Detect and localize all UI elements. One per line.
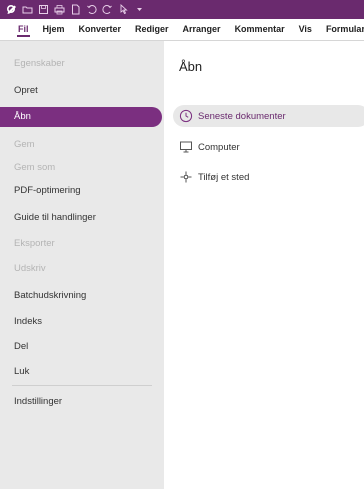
menu-kommentar[interactable]: Kommentar [235,19,285,40]
cursor-icon[interactable] [118,4,129,15]
open-folder-icon[interactable] [22,4,33,15]
sidebar-item-opret[interactable]: Opret [14,85,38,97]
app-window: Fil Hjem Konverter Rediger Arranger Komm… [0,0,364,489]
save-icon[interactable] [38,4,49,15]
page-title: Åbn [179,59,203,74]
option-label: Seneste dokumenter [198,110,286,122]
menu-bar: Fil Hjem Konverter Rediger Arranger Komm… [0,19,364,41]
menu-arranger[interactable]: Arranger [183,19,221,40]
sidebar-item-luk[interactable]: Luk [14,366,29,378]
menu-fil[interactable]: Fil [17,19,29,40]
undo-icon[interactable] [86,4,97,15]
open-panel: Åbn Seneste dokumenter Computer Tilføj e… [164,41,364,489]
customize-dropdown-icon[interactable] [134,4,145,15]
print-icon[interactable] [54,4,65,15]
sidebar-item-egenskaber[interactable]: Egenskaber [14,58,65,70]
sidebar-item-aabn[interactable]: Åbn [0,107,162,127]
sidebar-item-indeks[interactable]: Indeks [14,316,42,328]
sidebar-item-label: Åbn [14,111,31,122]
sidebar-item-udskriv[interactable]: Udskriv [14,263,46,275]
clock-icon [179,109,193,123]
option-computer[interactable]: Computer [173,136,240,158]
quick-access-toolbar [0,0,364,19]
sidebar-item-gem[interactable]: Gem [14,139,35,151]
sidebar-item-indstillinger[interactable]: Indstillinger [14,396,62,408]
sidebar-item-batchudskrivning[interactable]: Batchudskrivning [14,290,86,302]
option-recent-documents[interactable]: Seneste dokumenter [173,105,364,127]
menu-hjem[interactable]: Hjem [43,19,65,40]
add-place-icon [179,170,193,184]
option-add-place[interactable]: Tilføj et sted [173,166,249,188]
sidebar-divider [12,385,152,386]
app-logo-icon[interactable] [6,4,17,15]
sidebar-item-guide-til-handlinger[interactable]: Guide til handlinger [14,212,96,224]
sidebar-item-gem-som[interactable]: Gem som [14,162,55,174]
menu-vis[interactable]: Vis [299,19,312,40]
menu-konverter[interactable]: Konverter [79,19,122,40]
file-sidebar: Egenskaber Opret Åbn Gem Gem som PDF-opt… [0,41,164,489]
menu-rediger[interactable]: Rediger [135,19,169,40]
new-document-icon[interactable] [70,4,81,15]
option-label: Computer [198,141,240,153]
redo-icon[interactable] [102,4,113,15]
sidebar-item-pdf-optimering[interactable]: PDF-optimering [14,185,81,197]
sidebar-item-eksporter[interactable]: Eksporter [14,238,55,250]
sidebar-item-del[interactable]: Del [14,341,28,353]
menu-formular[interactable]: Formular [326,19,364,40]
computer-icon [179,140,193,154]
option-label: Tilføj et sted [198,171,250,183]
